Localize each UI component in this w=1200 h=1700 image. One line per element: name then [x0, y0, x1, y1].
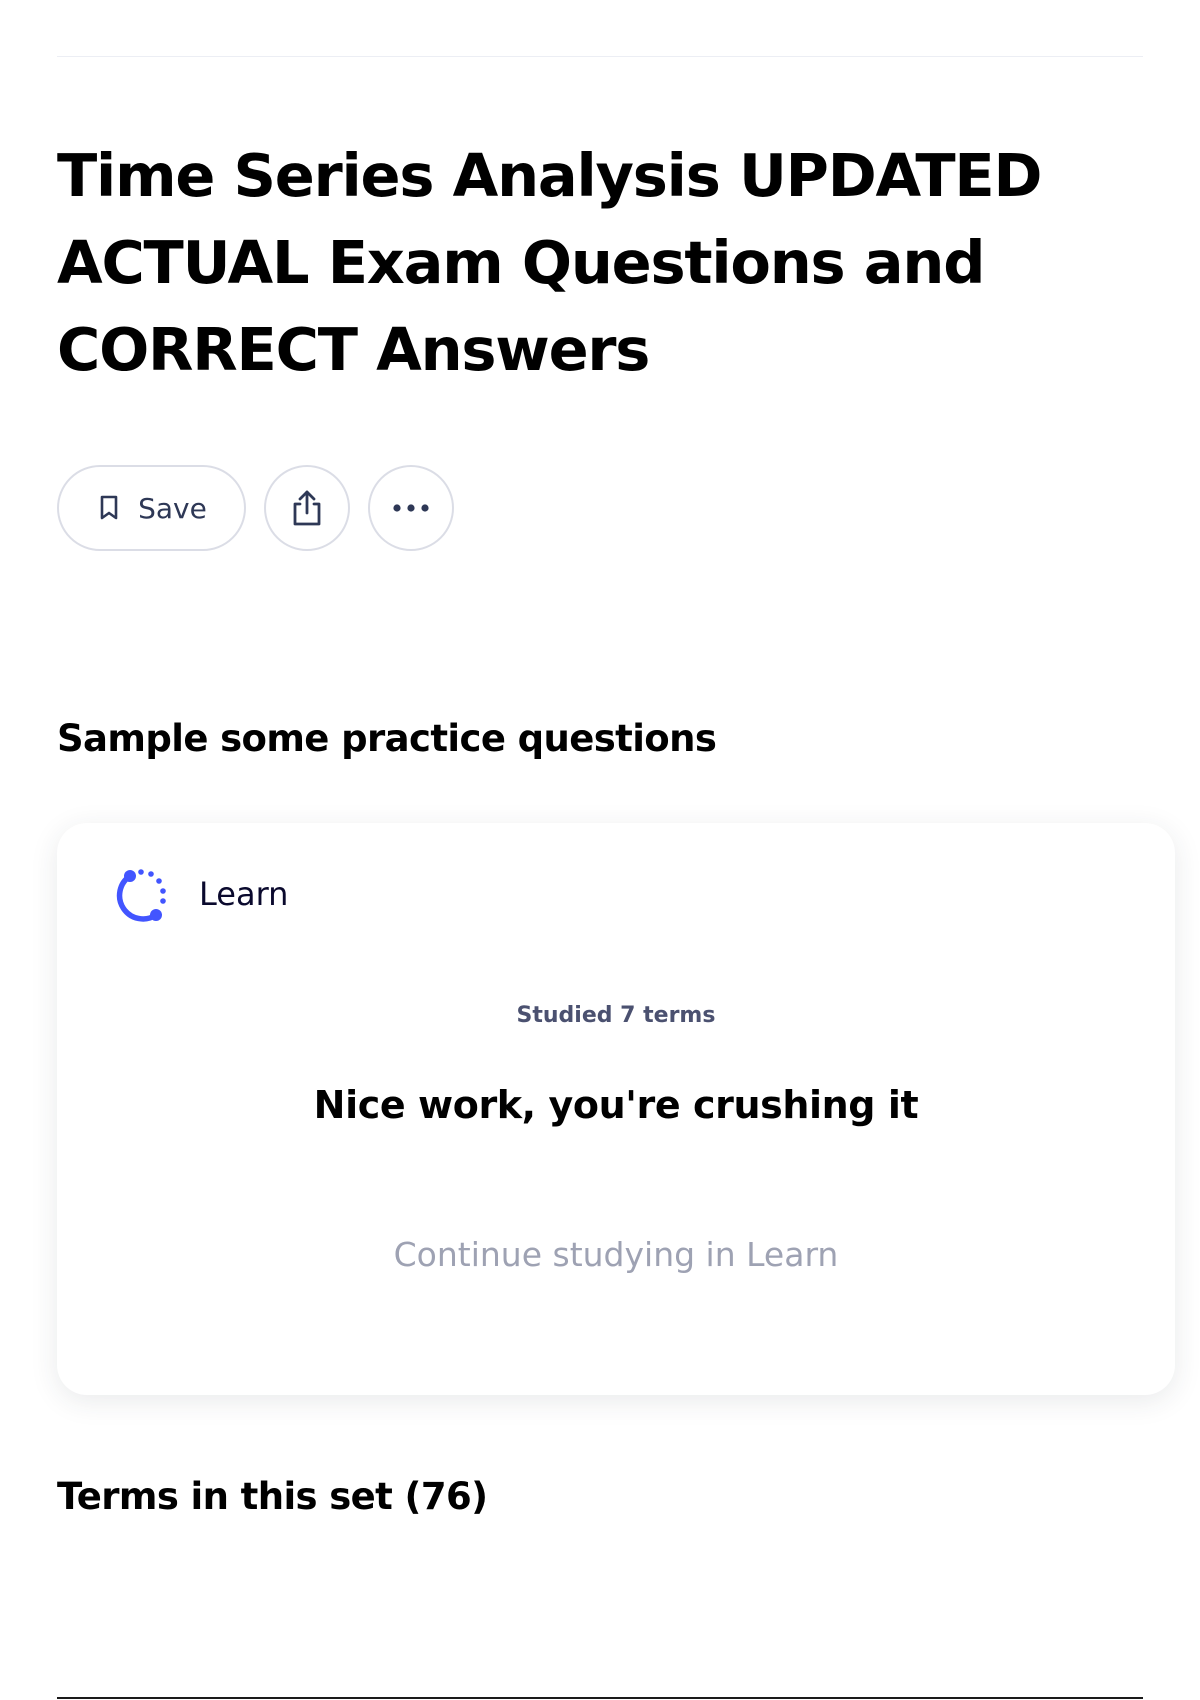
learn-card: Learn Studied 7 terms Nice work, you're … [57, 823, 1175, 1395]
more-options-button[interactable] [368, 465, 454, 551]
bottom-divider [57, 1697, 1143, 1699]
more-options-icon [391, 503, 431, 513]
bookmark-icon [98, 494, 120, 522]
learn-card-header: Learn [113, 863, 288, 925]
progress-message: Nice work, you're crushing it [313, 1083, 919, 1127]
learn-progress-icon [113, 863, 175, 925]
terms-section-heading: Terms in this set (76) [57, 1475, 488, 1518]
save-button[interactable]: Save [57, 465, 246, 551]
set-actions-toolbar: Save [57, 465, 454, 551]
save-button-label: Save [138, 491, 207, 525]
share-icon [289, 487, 325, 529]
practice-section-heading: Sample some practice questions [57, 717, 717, 760]
learn-card-title: Learn [199, 875, 289, 913]
share-button[interactable] [264, 465, 350, 551]
studied-count: Studied 7 terms [516, 1003, 716, 1028]
page-title: Time Series Analysis UPDATED ACTUAL Exam… [57, 141, 1042, 384]
continue-learn-link[interactable]: Continue studying in Learn [57, 1235, 1175, 1274]
top-divider [57, 56, 1143, 57]
